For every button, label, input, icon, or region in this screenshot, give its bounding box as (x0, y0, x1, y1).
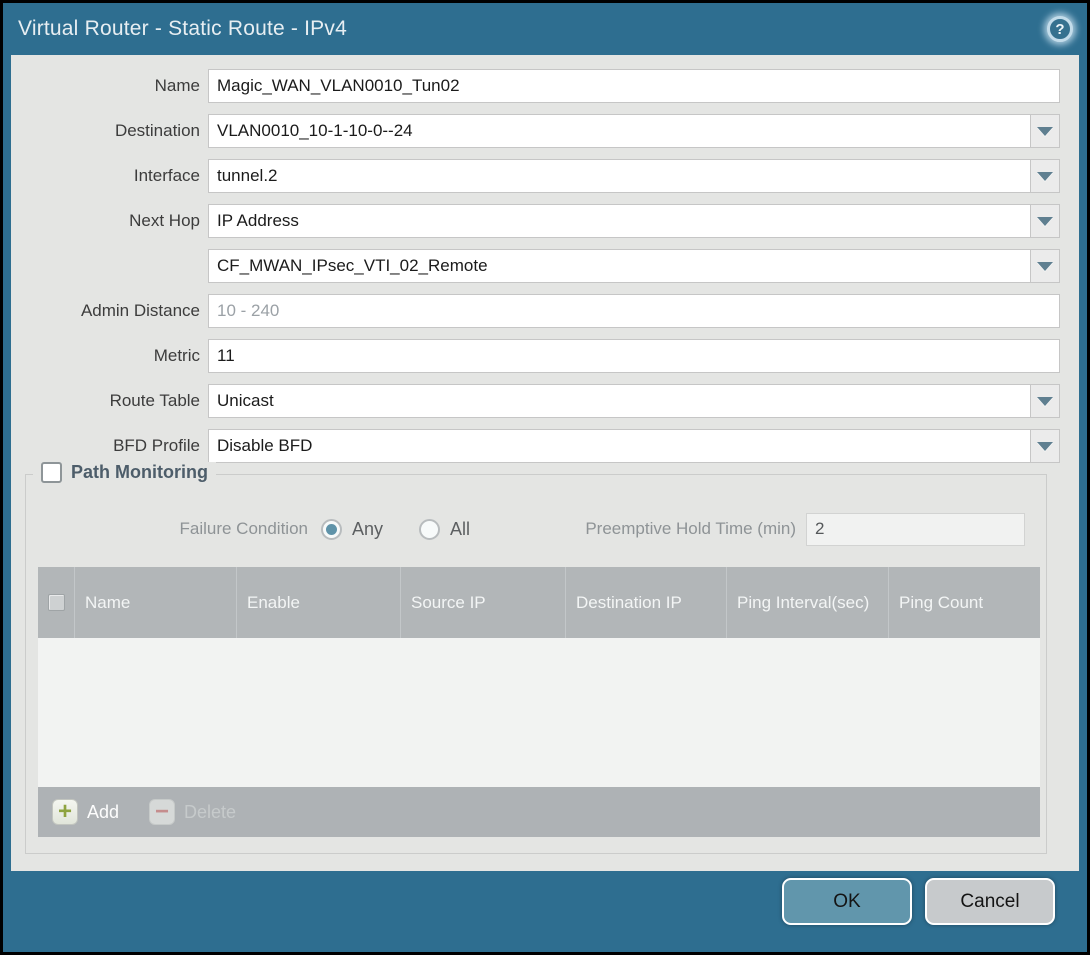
column-header-ping-interval: Ping Interval(sec) (726, 567, 888, 638)
cancel-button[interactable]: Cancel (925, 878, 1055, 925)
path-monitoring-legend: Path Monitoring (33, 462, 216, 483)
next-hop-row: Next Hop (11, 204, 1060, 238)
dialog-title: Virtual Router - Static Route - IPv4 (18, 17, 347, 41)
interface-row: Interface (11, 159, 1060, 193)
add-button[interactable]: + Add (52, 799, 119, 825)
failure-condition-all-label: All (450, 519, 470, 540)
interface-input[interactable] (208, 159, 1030, 193)
delete-button-label: Delete (184, 802, 236, 823)
add-button-label: Add (87, 802, 119, 823)
column-header-name: Name (74, 567, 236, 638)
chevron-down-icon (1037, 127, 1053, 136)
table-body-empty (38, 638, 1040, 787)
interface-combo (208, 159, 1060, 193)
help-icon[interactable]: ? (1047, 16, 1073, 42)
table-toolbar: + Add − Delete (38, 787, 1040, 837)
next-hop-combo (208, 204, 1060, 238)
failure-condition-label: Failure Condition (26, 519, 308, 539)
next-hop-address-row (11, 249, 1060, 283)
metric-label: Metric (11, 346, 208, 366)
next-hop-dropdown-button[interactable] (1030, 204, 1060, 238)
route-table-dropdown-button[interactable] (1030, 384, 1060, 418)
interface-dropdown-button[interactable] (1030, 159, 1060, 193)
admin-distance-label: Admin Distance (11, 301, 208, 321)
failure-condition-row: Failure Condition Any All Preemptive Hol… (26, 512, 1046, 546)
name-label: Name (11, 76, 208, 96)
bfd-profile-combo (208, 429, 1060, 463)
preemptive-hold-time-input[interactable] (806, 513, 1025, 546)
route-table-label: Route Table (11, 391, 208, 411)
minus-icon: − (149, 799, 175, 825)
name-input[interactable] (208, 69, 1060, 103)
dialog-body: Name Destination Interface Next Hop (11, 55, 1079, 871)
bfd-profile-input[interactable] (208, 429, 1030, 463)
metric-input[interactable] (208, 339, 1060, 373)
chevron-down-icon (1037, 262, 1053, 271)
failure-condition-any-label: Any (352, 519, 383, 540)
delete-button[interactable]: − Delete (149, 799, 236, 825)
next-hop-address-dropdown-button[interactable] (1030, 249, 1060, 283)
destination-dropdown-button[interactable] (1030, 114, 1060, 148)
title-bar: Virtual Router - Static Route - IPv4 ? (3, 3, 1087, 55)
path-monitoring-checkbox[interactable] (41, 462, 62, 483)
path-monitoring-table: Name Enable Source IP Destination IP Pin… (38, 567, 1040, 837)
route-table-input[interactable] (208, 384, 1030, 418)
path-monitoring-section: Path Monitoring Failure Condition Any Al… (25, 474, 1047, 854)
radio-dot (326, 524, 337, 535)
column-header-enable: Enable (236, 567, 400, 638)
next-hop-type-input[interactable] (208, 204, 1030, 238)
preemptive-hold-time-label: Preemptive Hold Time (min) (585, 519, 806, 539)
failure-condition-any-radio[interactable] (321, 519, 342, 540)
footer-bar: OK Cancel (3, 865, 1087, 952)
bfd-profile-row: BFD Profile (11, 429, 1060, 463)
chevron-down-icon (1037, 172, 1053, 181)
dialog-window: Virtual Router - Static Route - IPv4 ? N… (0, 0, 1090, 955)
column-header-destination-ip: Destination IP (565, 567, 726, 638)
destination-row: Destination (11, 114, 1060, 148)
column-header-source-ip: Source IP (400, 567, 565, 638)
header-checkbox-cell (38, 567, 74, 638)
bfd-profile-label: BFD Profile (11, 436, 208, 456)
destination-label: Destination (11, 121, 208, 141)
destination-combo (208, 114, 1060, 148)
destination-input[interactable] (208, 114, 1030, 148)
select-all-checkbox[interactable] (48, 594, 65, 611)
admin-distance-row: Admin Distance (11, 294, 1060, 328)
failure-condition-all-radio[interactable] (419, 519, 440, 540)
admin-distance-input[interactable] (208, 294, 1060, 328)
next-hop-address-combo (208, 249, 1060, 283)
path-monitoring-title: Path Monitoring (71, 462, 208, 483)
plus-icon: + (52, 799, 78, 825)
metric-row: Metric (11, 339, 1060, 373)
route-table-row: Route Table (11, 384, 1060, 418)
chevron-down-icon (1037, 397, 1053, 406)
column-header-ping-count: Ping Count (888, 567, 1040, 638)
next-hop-label: Next Hop (11, 211, 208, 231)
table-header: Name Enable Source IP Destination IP Pin… (38, 567, 1040, 638)
chevron-down-icon (1037, 442, 1053, 451)
ok-button[interactable]: OK (782, 878, 912, 925)
bfd-profile-dropdown-button[interactable] (1030, 429, 1060, 463)
chevron-down-icon (1037, 217, 1053, 226)
next-hop-address-input[interactable] (208, 249, 1030, 283)
interface-label: Interface (11, 166, 208, 186)
name-row: Name (11, 69, 1060, 103)
route-table-combo (208, 384, 1060, 418)
